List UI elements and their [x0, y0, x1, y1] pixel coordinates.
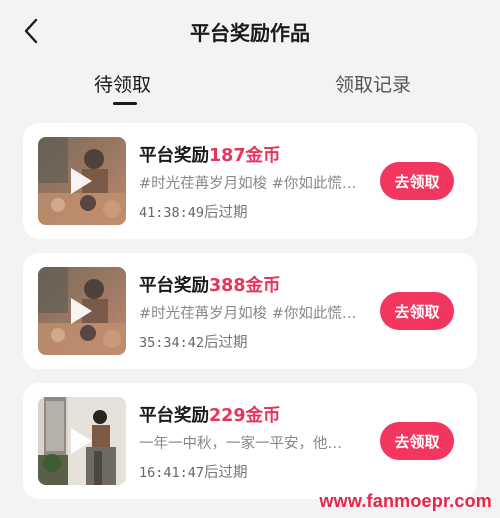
play-icon [71, 298, 92, 324]
timer-suffix: 后过期 [204, 465, 248, 481]
timer-value: 41:38:49 [139, 205, 205, 221]
tab-pending[interactable]: 待领取 [94, 70, 151, 97]
card-title: 平台奖励388金币 [139, 272, 281, 297]
expiry-timer: 41:38:49后过期 [139, 201, 248, 222]
watermark: www.fanmoepr.com [319, 491, 492, 511]
timer-value: 35:34:42 [139, 335, 205, 351]
title-prefix: 平台奖励 [139, 406, 209, 426]
title-prefix: 平台奖励 [139, 276, 209, 296]
timer-suffix: 后过期 [204, 205, 248, 221]
reward-amount: 187金币 [209, 146, 281, 166]
tab-bar: 待领取 领取记录 [0, 66, 500, 110]
card-title: 平台奖励229金币 [139, 402, 281, 427]
video-thumbnail[interactable] [38, 397, 126, 485]
video-thumbnail[interactable] [38, 267, 126, 355]
title-prefix: 平台奖励 [139, 146, 209, 166]
reward-card[interactable]: 平台奖励187金币 #时光荏苒岁月如梭 #你如此慌… 41:38:49后过期 去… [23, 123, 477, 239]
claim-button[interactable]: 去领取 [380, 162, 454, 200]
expiry-timer: 35:34:42后过期 [139, 331, 248, 352]
tab-history[interactable]: 领取记录 [335, 70, 411, 97]
card-description: #时光荏苒岁月如梭 #你如此慌… [139, 176, 357, 192]
reward-amount: 229金币 [209, 406, 281, 426]
header: 平台奖励作品 [0, 0, 500, 62]
app-screen: 平台奖励作品 待领取 领取记录 平台奖励187金币 #时光荏苒岁月如梭 #你如此… [0, 0, 500, 518]
play-icon [71, 168, 92, 194]
expiry-timer: 16:41:47后过期 [139, 461, 248, 482]
claim-button[interactable]: 去领取 [380, 422, 454, 460]
card-title: 平台奖励187金币 [139, 142, 281, 167]
video-thumbnail[interactable] [38, 137, 126, 225]
claim-button[interactable]: 去领取 [380, 292, 454, 330]
card-description: #时光荏苒岁月如梭 #你如此慌… [139, 306, 357, 322]
reward-card[interactable]: 平台奖励229金币 一年一中秋，一家一平安，他… 16:41:47后过期 去领取 [23, 383, 477, 499]
reward-amount: 388金币 [209, 276, 281, 296]
card-description: 一年一中秋，一家一平安，他… [139, 436, 342, 452]
active-tab-indicator [113, 102, 137, 105]
page-title: 平台奖励作品 [190, 21, 310, 45]
timer-value: 16:41:47 [139, 465, 205, 481]
play-icon [71, 428, 92, 454]
timer-suffix: 后过期 [204, 335, 248, 351]
reward-card[interactable]: 平台奖励388金币 #时光荏苒岁月如梭 #你如此慌… 35:34:42后过期 去… [23, 253, 477, 369]
